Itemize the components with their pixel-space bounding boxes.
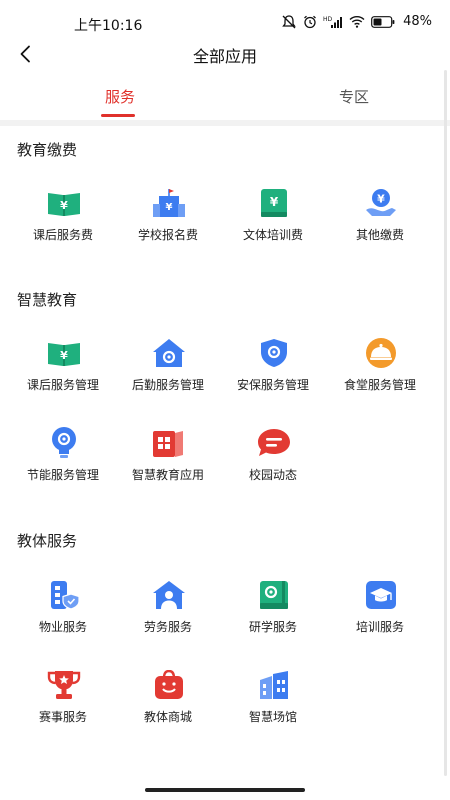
svg-text:¥: ¥	[60, 349, 68, 362]
hand-coin-icon: ¥	[364, 188, 398, 218]
divider	[0, 120, 450, 126]
book-yuan-icon: ¥	[47, 338, 81, 368]
app-label: 培训服务	[355, 620, 404, 634]
app-sports-training-fee[interactable]: ¥ 文体培训费	[217, 188, 329, 268]
tab-bar: 服务 专区	[0, 74, 450, 120]
app-logistics-management[interactable]: 后勤服务管理	[112, 338, 224, 418]
app-label: 教体商城	[143, 710, 192, 724]
app-label: 课后服务费	[32, 228, 93, 242]
battery-icon	[371, 15, 395, 28]
app-label: 学校报名费	[137, 228, 198, 242]
scrollbar[interactable]	[444, 70, 447, 776]
house-worker-icon	[152, 580, 186, 610]
page-title: 全部应用	[192, 47, 257, 66]
notebook-yuan-icon: ¥	[257, 188, 291, 218]
app-label: 劳务服务	[143, 620, 192, 634]
app-label: 其他缴费	[355, 228, 404, 242]
notebook-gear-icon	[257, 580, 291, 610]
house-gear-icon	[152, 338, 186, 368]
app-event-service[interactable]: 赛事服务	[7, 670, 119, 750]
svg-text:¥: ¥	[270, 195, 279, 209]
active-tab-indicator	[101, 114, 135, 117]
shield-gear-icon	[257, 338, 291, 368]
alarm-icon	[304, 15, 317, 28]
app-afterschool-management[interactable]: ¥ 课后服务管理	[7, 338, 119, 418]
app-property-service[interactable]: 物业服务	[7, 580, 119, 660]
app-label: 物业服务	[38, 620, 87, 634]
status-icons: HD 48%	[281, 14, 432, 29]
app-training-service[interactable]: 培训服务	[324, 580, 436, 660]
app-canteen-management[interactable]: 食堂服务管理	[324, 338, 436, 418]
app-label: 食堂服务管理	[343, 378, 416, 392]
app-smart-education-apps[interactable]: 智慧教育应用	[112, 428, 224, 508]
signal-icon: HD	[323, 16, 343, 28]
status-time: 上午10:16	[74, 18, 143, 34]
tab-zone[interactable]: 专区	[334, 86, 374, 107]
app-energy-management[interactable]: 节能服务管理	[7, 427, 119, 508]
app-label: 智慧教育应用	[131, 468, 204, 482]
svg-text:¥: ¥	[377, 193, 385, 206]
tab-service[interactable]: 服务	[100, 86, 140, 107]
section-title-smart-education: 智慧教育	[17, 291, 78, 309]
bulb-gear-icon	[47, 427, 81, 458]
app-afterschool-fee[interactable]: ¥ 课后服务费	[7, 188, 119, 268]
app-sports-mall[interactable]: 教体商城	[112, 670, 224, 750]
book-yuan-icon: ¥	[47, 188, 81, 218]
graduation-cap-icon	[364, 580, 398, 610]
property-shield-icon	[47, 580, 81, 610]
food-cloche-icon	[364, 338, 398, 368]
app-school-registration-fee[interactable]: ¥ 学校报名费	[112, 188, 224, 268]
shopping-bag-icon	[152, 670, 186, 700]
section-title-education-fees: 教育缴费	[17, 141, 78, 159]
nav-bar: 全部应用	[0, 34, 450, 74]
status-bar: 上午10:16 HD 48%	[0, 0, 450, 34]
section-title-sports-education-services: 教体服务	[17, 532, 78, 550]
wifi-icon	[349, 16, 365, 28]
app-label: 智慧场馆	[248, 710, 297, 724]
app-security-management[interactable]: 安保服务管理	[217, 338, 329, 418]
home-indicator[interactable]	[145, 788, 305, 792]
app-label: 课后服务管理	[26, 378, 99, 392]
chat-bubble-icon	[257, 428, 291, 458]
app-label: 安保服务管理	[236, 378, 309, 392]
app-campus-news[interactable]: 校园动态	[217, 428, 329, 508]
mute-icon	[282, 14, 296, 28]
app-smart-venue[interactable]: 智慧场馆	[217, 670, 329, 750]
app-labor-service[interactable]: 劳务服务	[112, 580, 224, 660]
app-label: 研学服务	[248, 620, 297, 634]
app-label: 赛事服务	[38, 710, 87, 724]
buildings-icon	[257, 670, 291, 700]
app-label: 后勤服务管理	[131, 378, 204, 392]
app-label: 校园动态	[248, 468, 297, 482]
svg-text:HD: HD	[323, 16, 333, 23]
app-label: 节能服务管理	[26, 468, 99, 482]
trophy-icon	[47, 670, 81, 700]
battery-percent: 48%	[403, 14, 432, 29]
school-building-icon: ¥	[152, 188, 186, 218]
book-grid-icon	[152, 428, 186, 458]
svg-text:¥: ¥	[166, 202, 173, 213]
svg-text:¥: ¥	[60, 199, 68, 212]
app-label: 文体培训费	[242, 228, 303, 242]
app-other-fees[interactable]: ¥ 其他缴费	[324, 188, 436, 268]
app-study-tour-service[interactable]: 研学服务	[217, 580, 329, 660]
